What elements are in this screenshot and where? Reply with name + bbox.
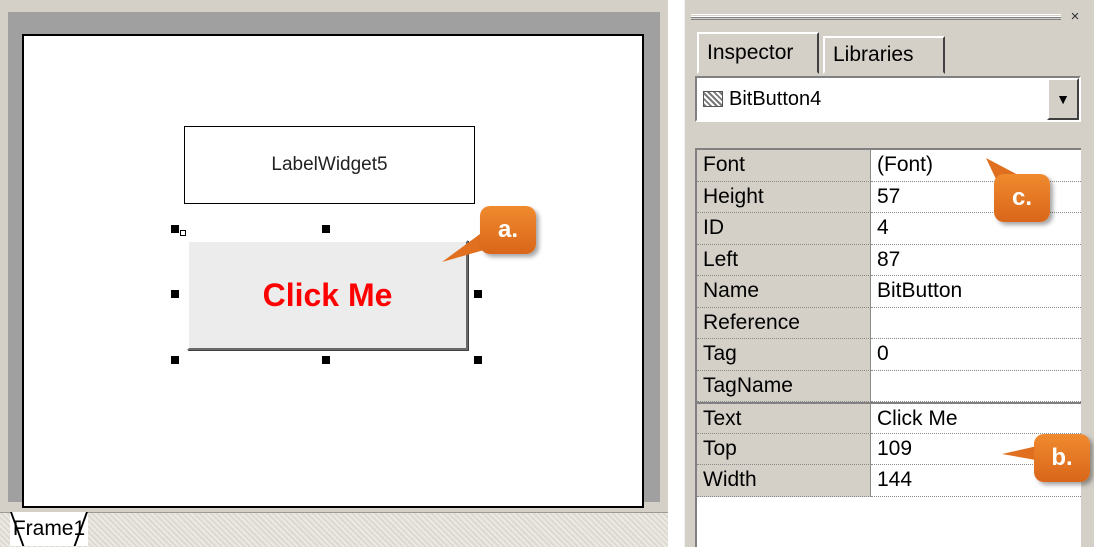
property-value[interactable]: Click Me	[871, 404, 1081, 434]
property-value[interactable]: (Font)	[871, 150, 1081, 182]
tab-inspector[interactable]: Inspector	[697, 32, 819, 74]
property-value[interactable]: BitButton	[871, 276, 1081, 308]
bitbutton-type-icon	[703, 91, 723, 107]
label-widget[interactable]: LabelWidget5	[184, 126, 475, 204]
close-icon[interactable]: ×	[1066, 8, 1084, 26]
property-key: ID	[697, 213, 871, 245]
property-value[interactable]	[871, 307, 1081, 339]
property-row-tag[interactable]: Tag 0	[697, 339, 1081, 371]
property-key: Left	[697, 244, 871, 276]
property-row-text[interactable]: Text Click Me	[697, 402, 1081, 434]
property-row-left[interactable]: Left 87	[697, 244, 1081, 276]
property-key: Width	[697, 465, 871, 497]
frame-tab-label: Frame1	[12, 517, 86, 540]
dropdown-arrow-icon[interactable]: ▼	[1047, 78, 1079, 120]
selection-handle-bottom-left[interactable]	[171, 356, 179, 364]
property-row-tagname[interactable]: TagName	[697, 370, 1081, 402]
property-key: Top	[697, 433, 871, 465]
property-row-reference[interactable]: Reference	[697, 307, 1081, 339]
callout-a: a.	[480, 206, 536, 254]
selection-handle-top[interactable]	[322, 225, 330, 233]
callout-b: b.	[1034, 434, 1090, 482]
property-row-name[interactable]: Name BitButton	[697, 276, 1081, 308]
property-value[interactable]: 4	[871, 213, 1081, 245]
selection-handle-bottom-right[interactable]	[474, 356, 482, 364]
property-value[interactable]: 0	[871, 339, 1081, 371]
callout-c: c.	[994, 174, 1050, 222]
selection-handle-right[interactable]	[474, 290, 482, 298]
tab-frame1[interactable]: Frame1	[10, 512, 88, 546]
selection-handle-top-left[interactable]	[171, 225, 179, 233]
object-selector-dropdown[interactable]: BitButton4 ▼	[695, 76, 1081, 122]
frame-tab-strip: Frame1	[0, 512, 668, 547]
property-key: Text	[697, 404, 871, 434]
property-key: Tag	[697, 339, 871, 371]
selected-object-name: BitButton4	[729, 87, 822, 110]
property-key: TagName	[697, 370, 871, 402]
property-key: Font	[697, 150, 871, 182]
tab-libraries[interactable]: Libraries	[823, 36, 945, 74]
property-key: Height	[697, 181, 871, 213]
property-key: Name	[697, 276, 871, 308]
selection-handle-bottom[interactable]	[322, 356, 330, 364]
panel-grip[interactable]	[691, 14, 1061, 20]
selection-handle-anchor[interactable]	[180, 230, 186, 236]
property-value[interactable]: 87	[871, 244, 1081, 276]
selection-handle-left[interactable]	[171, 290, 179, 298]
property-key: Reference	[697, 307, 871, 339]
property-value[interactable]	[871, 370, 1081, 402]
bitbutton-widget[interactable]: Click Me	[187, 240, 468, 350]
